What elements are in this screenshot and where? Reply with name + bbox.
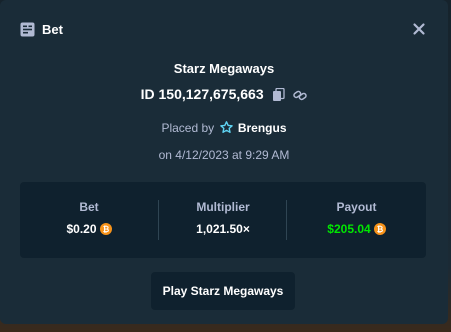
star-icon xyxy=(219,121,233,134)
bet-value: $0.20 xyxy=(66,222,97,236)
stat-bet: Bet $0.20 ₿ xyxy=(20,182,158,258)
placed-by-row: Placed by Brengus xyxy=(0,121,448,135)
copy-icon[interactable] xyxy=(272,88,286,102)
svg-text:₿: ₿ xyxy=(376,225,383,234)
multiplier-label: Multiplier xyxy=(196,200,250,214)
username-link[interactable]: Brengus xyxy=(238,121,287,135)
play-game-button[interactable]: Play Starz Megaways xyxy=(151,272,295,310)
placed-by-label: Placed by xyxy=(161,121,215,135)
bet-id-row: ID 150,127,675,663 xyxy=(0,86,448,102)
receipt-icon xyxy=(20,22,35,37)
multiplier-value: 1,021.50× xyxy=(196,222,250,236)
link-icon[interactable] xyxy=(293,88,308,102)
stat-payout: Payout $205.04 ₿ xyxy=(287,182,426,258)
svg-text:₿: ₿ xyxy=(102,225,109,234)
modal-header: Bet xyxy=(0,0,448,58)
bet-modal: Bet Starz Megaways ID 150,127,675,663 Pl… xyxy=(0,0,448,324)
bitcoin-icon: ₿ xyxy=(373,223,386,235)
modal-title: Bet xyxy=(42,22,63,37)
bet-label: Bet xyxy=(79,200,99,214)
close-icon[interactable] xyxy=(408,18,430,40)
bet-stats-panel: Bet $0.20 ₿ Multiplier 1,021.50× Payout $… xyxy=(20,182,426,258)
game-name: Starz Megaways xyxy=(173,61,275,76)
payout-value-row: $205.04 ₿ xyxy=(287,222,426,236)
bet-id: ID 150,127,675,663 xyxy=(140,86,264,102)
payout-value: $205.04 xyxy=(327,222,371,236)
bet-value-row: $0.20 ₿ xyxy=(20,222,158,236)
stat-multiplier: Multiplier 1,021.50× xyxy=(159,182,287,258)
payout-label: Payout xyxy=(336,200,377,214)
bet-date: on 4/12/2023 at 9:29 AM xyxy=(158,148,290,162)
bitcoin-icon: ₿ xyxy=(99,223,112,235)
